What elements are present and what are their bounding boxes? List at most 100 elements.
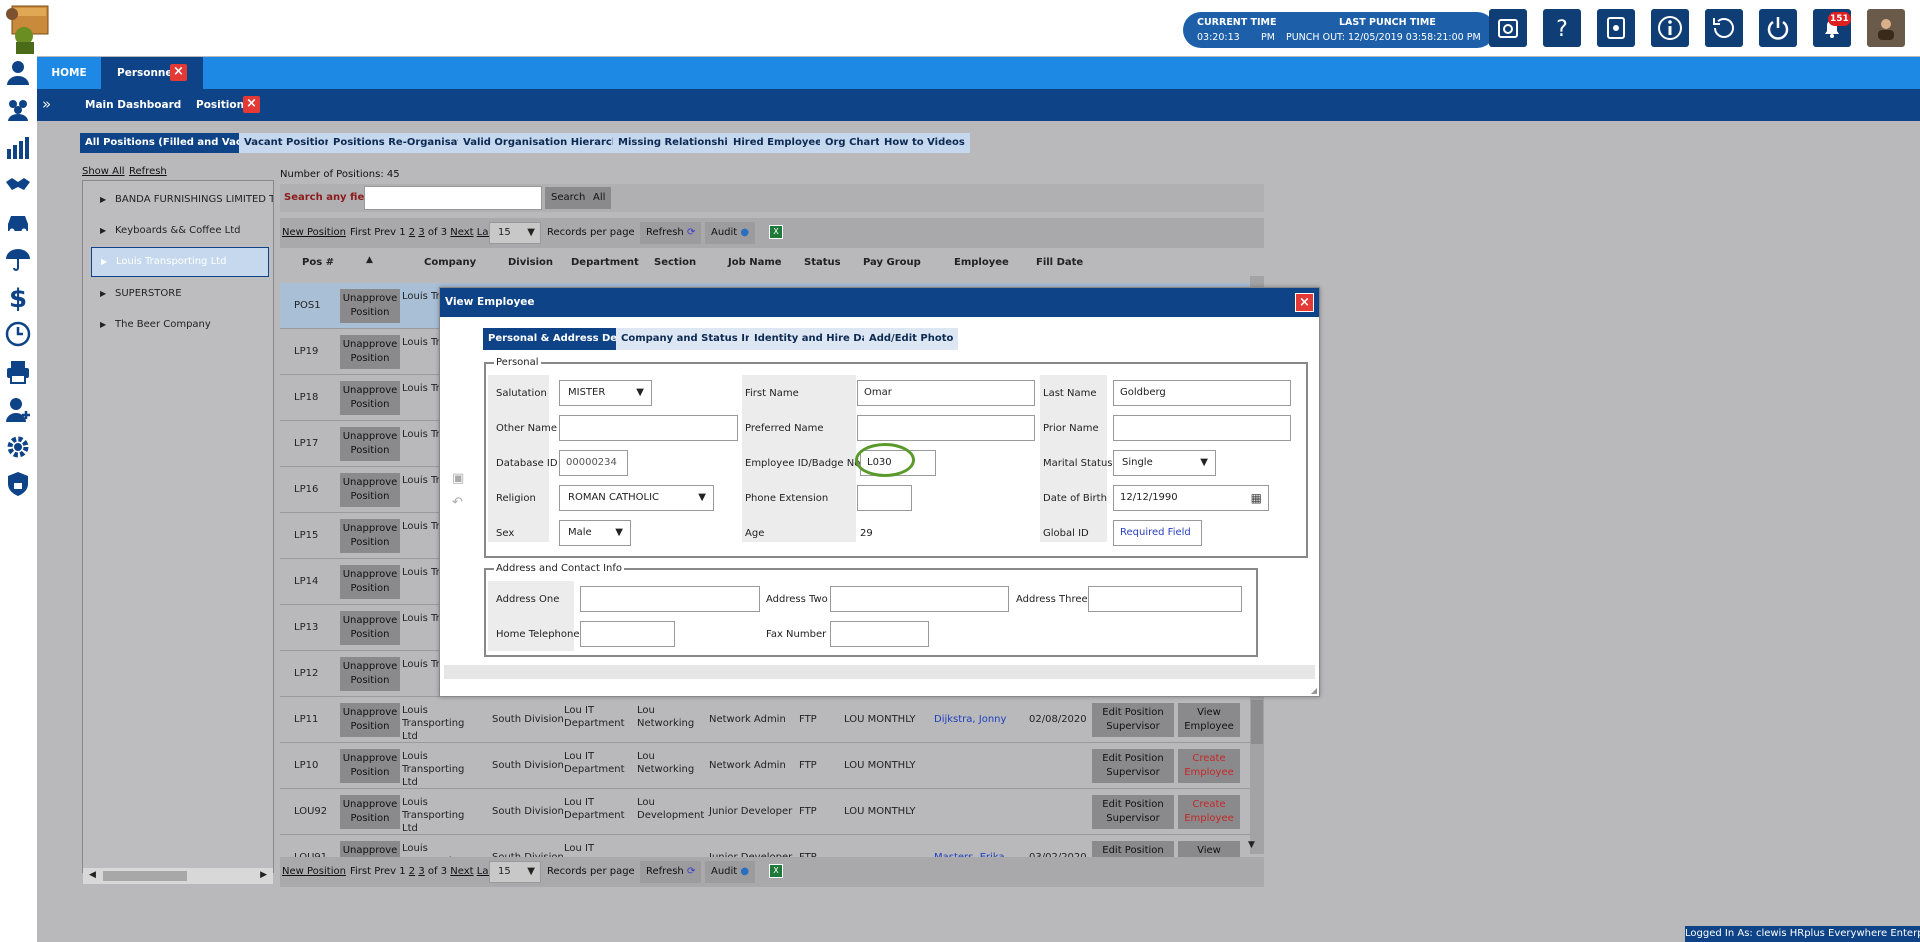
all-button[interactable]: All	[587, 187, 612, 209]
cell-action[interactable]: Unapprove Position	[340, 611, 400, 645]
close-dialog-icon[interactable]: ×	[1295, 293, 1314, 312]
tree-horizontal-scrollbar[interactable]: ◀ ▶	[83, 868, 273, 884]
prior-name-field[interactable]	[1113, 415, 1291, 441]
cell-action[interactable]: Unapprove Position	[340, 335, 400, 369]
salutation-select[interactable]: MISTER ▼	[559, 380, 652, 406]
cell-action[interactable]: Unapprove Position	[340, 519, 400, 553]
phone-extension-field[interactable]	[857, 485, 912, 511]
scroll-right-icon[interactable]: ▶	[260, 870, 267, 880]
page-3-link[interactable]: 3	[418, 227, 424, 238]
tree-refresh-link[interactable]: Refresh	[129, 166, 167, 177]
undo-icon[interactable]: ↶	[452, 495, 463, 510]
tree-node-selected[interactable]: ▶ Louis Transporting Ltd	[91, 247, 269, 277]
scroll-left-icon[interactable]: ◀	[89, 870, 96, 880]
gear-icon[interactable]	[3, 432, 33, 462]
cell-action[interactable]: Unapprove	[340, 841, 400, 857]
handshake-icon[interactable]	[3, 169, 33, 199]
save-icon[interactable]: ▣	[452, 471, 464, 486]
cell-ve[interactable]: Create Employee	[1178, 749, 1240, 783]
page-3-link[interactable]: 3	[418, 866, 424, 877]
help-icon[interactable]: ?	[1543, 9, 1581, 47]
table-row[interactable]: LP10 Unapprove Position Louis Transporting…	[280, 743, 1250, 789]
expand-arrow-icon[interactable]: ▶	[101, 248, 107, 276]
table-row[interactable]: LP11 Unapprove Position Louis Transporting…	[280, 697, 1250, 743]
address-two-field[interactable]	[830, 586, 1009, 612]
group-icon[interactable]	[3, 94, 33, 124]
dialog-header[interactable]: View Employee ×	[440, 288, 1319, 317]
search-input[interactable]	[364, 186, 542, 210]
refresh-clock-icon[interactable]	[1705, 9, 1743, 47]
subtab-org-chart[interactable]: Org Chart	[820, 133, 885, 153]
cell-ve[interactable]: View	[1178, 841, 1240, 857]
column-header[interactable]: Status	[804, 257, 841, 268]
column-header[interactable]: Section	[654, 257, 696, 268]
audit-button[interactable]: Audit ●	[705, 222, 756, 244]
cell-eps[interactable]: Edit Position Supervisor	[1092, 795, 1174, 829]
other-name-field[interactable]	[559, 415, 738, 441]
column-header[interactable]: Pos #	[302, 257, 334, 268]
column-header[interactable]: Department	[571, 257, 639, 268]
shield-lock-icon[interactable]	[3, 469, 33, 499]
expand-menu-icon[interactable]: »	[42, 95, 51, 113]
info-icon[interactable]	[1651, 9, 1689, 47]
scroll-down-icon[interactable]: ▼	[1248, 840, 1255, 850]
grid-scroll-thumb[interactable]	[1251, 700, 1263, 744]
column-header[interactable]: Employee	[954, 257, 1009, 268]
per-page-select[interactable]: 15 ▼	[489, 222, 541, 244]
close-positions-tab-icon[interactable]: ×	[243, 96, 260, 113]
global-id-field[interactable]: Required Field	[1113, 520, 1202, 546]
add-user-icon[interactable]	[3, 394, 33, 424]
car-icon[interactable]	[3, 207, 33, 237]
tree-node[interactable]: ▶ Keyboards && Coffee Ltd	[83, 219, 273, 243]
date-of-birth-field[interactable]: 12/12/1990 ▦	[1113, 485, 1269, 511]
column-header[interactable]: Pay Group	[863, 257, 921, 268]
address-one-field[interactable]	[580, 586, 760, 612]
printer-icon[interactable]	[3, 357, 33, 387]
tab-home[interactable]: HOME	[37, 57, 101, 89]
expand-arrow-icon[interactable]: ▶	[100, 219, 106, 243]
cell-eps[interactable]: Edit Position	[1092, 841, 1174, 857]
next-link[interactable]: Next	[450, 866, 473, 877]
search-button[interactable]: Search	[545, 187, 592, 209]
user-avatar[interactable]	[1867, 9, 1905, 47]
notes-icon[interactable]	[1597, 9, 1635, 47]
scroll-thumb[interactable]	[103, 871, 187, 881]
chart-icon[interactable]	[3, 132, 33, 162]
marital-status-select[interactable]: Single ▼	[1113, 450, 1216, 476]
power-icon[interactable]	[1759, 9, 1797, 47]
cell-ve[interactable]: Create Employee	[1178, 795, 1240, 829]
cell-action[interactable]: Unapprove Position	[340, 473, 400, 507]
sex-select[interactable]: Male ▼	[559, 520, 631, 546]
subtab-hired-employees[interactable]: Hired Employees	[728, 133, 833, 153]
pager-prefix[interactable]: First Prev 1	[350, 227, 406, 238]
expand-arrow-icon[interactable]: ▶	[100, 282, 106, 306]
column-header[interactable]: Fill Date	[1036, 257, 1083, 268]
cell-action[interactable]: Unapprove Position	[340, 427, 400, 461]
app-logo[interactable]	[2, 0, 56, 56]
refresh-button[interactable]: Refresh ⟳	[640, 222, 702, 244]
calendar-icon[interactable]: ▦	[1251, 486, 1262, 510]
subtab-missing-relationships[interactable]: Missing Relationships	[613, 133, 746, 153]
page-2-link[interactable]: 2	[409, 227, 415, 238]
per-page-select-bottom[interactable]: 15 ▼	[489, 861, 541, 883]
audit-button-bottom[interactable]: Audit ●	[705, 861, 756, 883]
tree-node[interactable]: ▶ SUPERSTORE	[83, 282, 273, 306]
cell-action[interactable]: Unapprove Position	[340, 657, 400, 691]
excel-export-icon[interactable]: X	[769, 864, 783, 878]
sort-ascending-icon[interactable]: ▲	[366, 255, 373, 265]
dollar-icon[interactable]: $	[3, 282, 33, 312]
cell-action[interactable]: Unapprove Position	[340, 749, 400, 783]
cell-action[interactable]: Unapprove Position	[340, 795, 400, 829]
tab-add-edit-photo[interactable]: Add/Edit Photo	[864, 328, 959, 350]
tab-company-status[interactable]: Company and Status Info	[616, 328, 769, 350]
religion-select[interactable]: ROMAN CATHOLIC ▼	[559, 485, 714, 511]
new-position-link-bottom[interactable]: New Position	[282, 866, 346, 877]
calendar-punch-icon[interactable]	[1489, 9, 1527, 47]
new-position-link[interactable]: New Position	[282, 227, 346, 238]
table-row[interactable]: LOU91UnapproveLouis TransportingSouth Di…	[280, 835, 1250, 857]
expand-arrow-icon[interactable]: ▶	[100, 188, 106, 212]
resize-handle-icon[interactable]: ◢	[1311, 686, 1317, 695]
tree-node[interactable]: ▶ The Beer Company	[83, 313, 273, 337]
clock-icon[interactable]	[3, 319, 33, 349]
fax-number-field[interactable]	[830, 621, 929, 647]
